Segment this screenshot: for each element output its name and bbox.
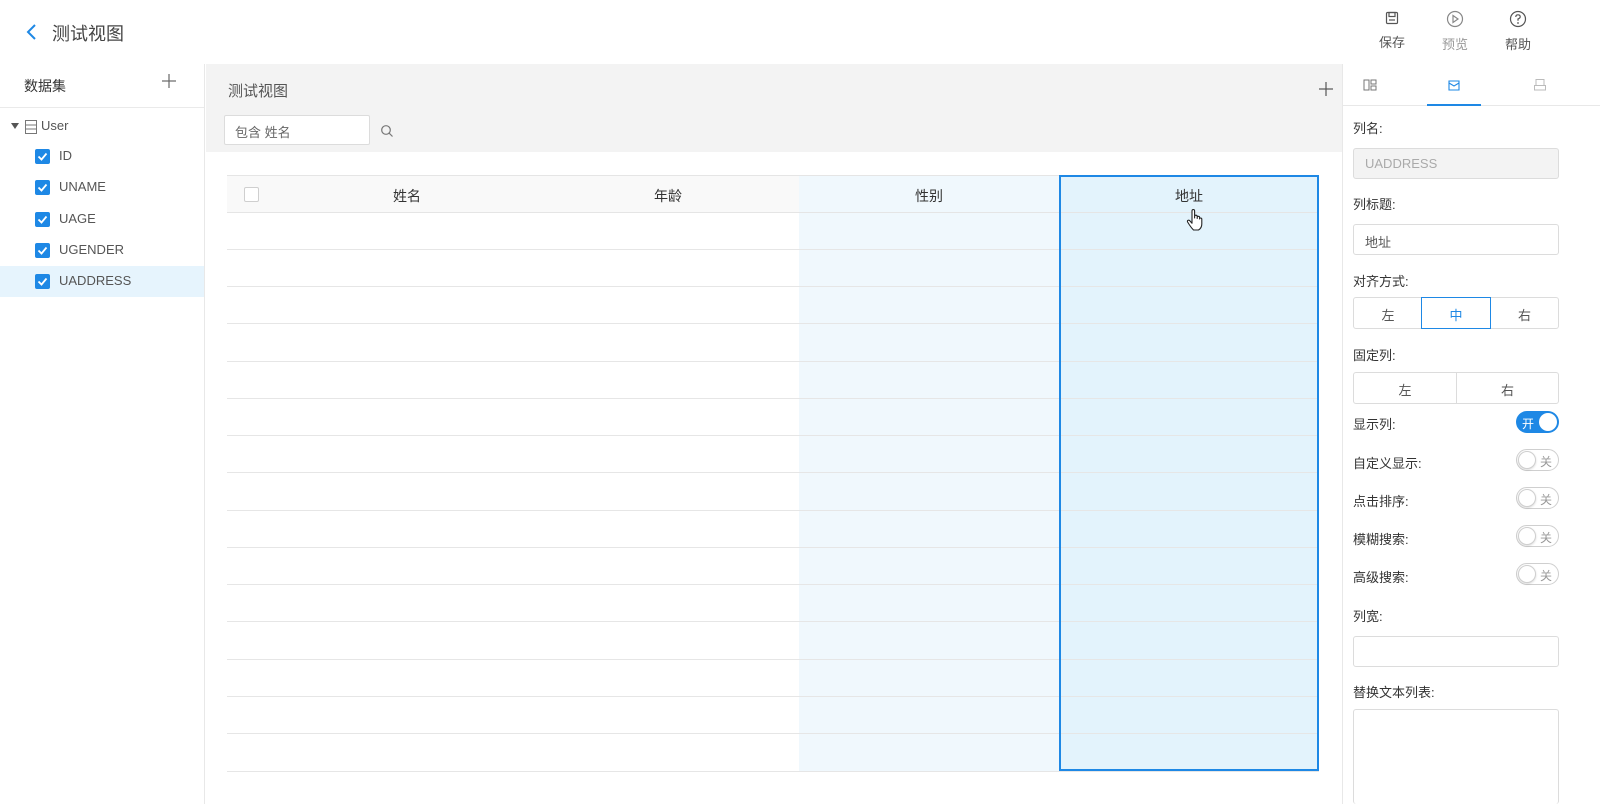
help-button[interactable]: 帮助 — [1494, 10, 1542, 56]
align-right-option[interactable]: 右 — [1491, 298, 1558, 328]
toggle-knob — [1539, 413, 1557, 431]
fixed-column-label: 固定列: — [1353, 348, 1396, 363]
view-canvas: 测试视图 包含 姓名 姓名 年龄 性别 地址 — [206, 64, 1342, 804]
help-label: 帮助 — [1504, 37, 1531, 52]
help-icon — [1509, 10, 1527, 28]
toggle-text: 开 — [1522, 417, 1535, 431]
tab-print-settings[interactable] — [1513, 64, 1567, 106]
save-button[interactable]: 保存 — [1368, 10, 1416, 56]
column-title-label: 列标题: — [1353, 197, 1396, 212]
add-dataset-plus-icon[interactable] — [161, 73, 177, 89]
field-checkbox[interactable] — [35, 149, 50, 164]
column-name-input[interactable]: UADDRESS — [1353, 148, 1559, 179]
dataset-name: User — [41, 118, 69, 133]
save-icon — [1385, 11, 1399, 25]
properties-tabs — [1343, 64, 1600, 106]
search-condition-input[interactable]: 包含 姓名 — [224, 115, 370, 145]
field-item-id[interactable]: ID — [0, 141, 204, 172]
dataset-tree-node[interactable]: User — [0, 111, 204, 141]
fixed-column-segmented-control: 左 右 — [1353, 372, 1559, 404]
column-name-label: 列名: — [1353, 121, 1383, 136]
field-item-uage[interactable]: UAGE — [0, 204, 204, 235]
fixed-left-option[interactable]: 左 — [1354, 373, 1456, 403]
column-title-input[interactable]: 地址 — [1353, 224, 1559, 255]
field-item-uaddress[interactable]: UADDRESS — [0, 266, 204, 297]
click-sort-label: 点击排序: — [1353, 494, 1409, 509]
field-label: UADDRESS — [59, 273, 132, 288]
replace-text-label: 替换文本列表: — [1353, 685, 1435, 700]
column-properties-panel: 列名: UADDRESS 列标题: 地址 对齐方式: 左 中 右 固定列: 左 … — [1342, 64, 1600, 804]
tab-column-settings[interactable] — [1427, 64, 1481, 106]
caret-down-icon[interactable] — [11, 123, 19, 129]
preview-button[interactable]: 预览 — [1431, 10, 1479, 56]
align-left-option[interactable]: 左 — [1354, 298, 1422, 328]
column-width-input[interactable] — [1353, 636, 1559, 667]
toggle-knob — [1518, 489, 1536, 507]
select-all-checkbox[interactable] — [244, 187, 259, 202]
toggle-text: 关 — [1539, 455, 1552, 469]
click-sort-toggle[interactable]: 关 — [1516, 487, 1559, 509]
fuzzy-search-label: 模糊搜索: — [1353, 532, 1409, 547]
selected-column-outline[interactable] — [1059, 175, 1319, 771]
toggle-knob — [1518, 451, 1536, 469]
column-highlight-gender — [799, 175, 1059, 772]
align-segmented-control: 左 中 右 — [1353, 297, 1559, 329]
list-icon — [1363, 79, 1377, 91]
sidebar-header: 数据集 — [0, 64, 204, 108]
replace-text-textarea[interactable] — [1353, 709, 1559, 804]
view-title: 测试视图 — [228, 83, 289, 100]
toggle-knob — [1518, 565, 1536, 583]
preview-label: 预览 — [1441, 37, 1468, 52]
search-icon[interactable] — [380, 124, 394, 138]
field-checkbox[interactable] — [35, 243, 50, 258]
save-label: 保存 — [1378, 35, 1405, 50]
column-header-name[interactable]: 姓名 — [277, 186, 537, 206]
field-item-ugender[interactable]: UGENDER — [0, 235, 204, 266]
canvas-header: 测试视图 包含 姓名 — [206, 64, 1342, 152]
dataset-sidebar: 数据集 User ID UNAME UAGE UGENDER UADDRESS — [0, 64, 205, 804]
page-title: 测试视图 — [52, 24, 124, 44]
column-header-gender[interactable]: 性别 — [799, 186, 1059, 206]
toggle-knob — [1518, 527, 1536, 545]
printer-icon — [1534, 79, 1546, 91]
fuzzy-search-toggle[interactable]: 关 — [1516, 525, 1559, 547]
toggle-text: 关 — [1539, 531, 1552, 545]
hand-pointer-icon — [1186, 208, 1204, 235]
field-label: UGENDER — [59, 242, 125, 257]
show-column-toggle[interactable]: 开 — [1516, 411, 1559, 433]
top-header: 测试视图 保存 预览 帮助 — [0, 0, 1600, 64]
column-header-age[interactable]: 年龄 — [538, 186, 798, 206]
field-label: UAGE — [59, 211, 96, 226]
column-icon — [1448, 80, 1460, 91]
toggle-text: 关 — [1539, 493, 1552, 507]
align-center-option[interactable]: 中 — [1421, 297, 1491, 329]
table-icon — [25, 120, 37, 137]
field-item-uname[interactable]: UNAME — [0, 172, 204, 203]
toggle-text: 关 — [1539, 569, 1552, 583]
add-column-plus-icon[interactable] — [1318, 81, 1334, 97]
advanced-search-toggle[interactable]: 关 — [1516, 563, 1559, 585]
column-width-label: 列宽: — [1353, 609, 1383, 624]
field-label: ID — [59, 148, 72, 163]
field-checkbox[interactable] — [35, 212, 50, 227]
preview-icon — [1446, 10, 1464, 28]
show-column-label: 显示列: — [1353, 417, 1396, 432]
back-arrow-icon[interactable] — [22, 22, 42, 42]
fixed-right-option[interactable]: 右 — [1456, 373, 1558, 403]
custom-display-toggle[interactable]: 关 — [1516, 449, 1559, 471]
data-grid: 姓名 年龄 性别 地址 — [227, 175, 1319, 772]
field-checkbox[interactable] — [35, 274, 50, 289]
custom-display-label: 自定义显示: — [1353, 456, 1422, 471]
field-checkbox[interactable] — [35, 180, 50, 195]
align-label: 对齐方式: — [1353, 274, 1409, 289]
advanced-search-label: 高级搜索: — [1353, 570, 1409, 585]
grid-row-line — [227, 771, 1319, 772]
field-label: UNAME — [59, 179, 106, 194]
sidebar-title: 数据集 — [24, 78, 66, 94]
tab-view-settings[interactable] — [1343, 64, 1397, 106]
